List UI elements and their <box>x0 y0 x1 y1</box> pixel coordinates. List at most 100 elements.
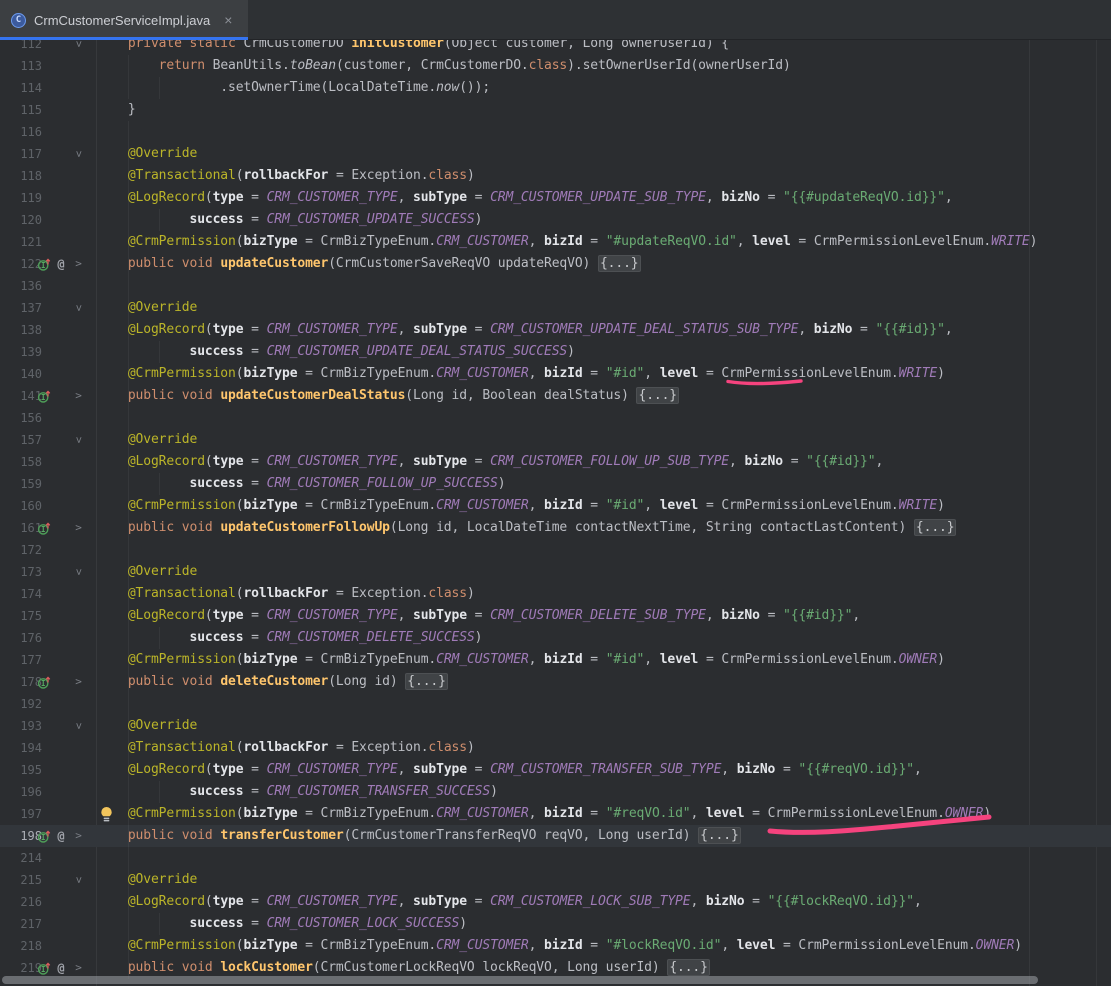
code-line-176[interactable]: 176 success = CRM_CUSTOMER_DELETE_SUCCES… <box>0 627 1111 649</box>
code-area[interactable]: 112> private static CrmCustomerDO initCu… <box>0 0 1111 986</box>
code-line-113[interactable]: 113 return BeanUtils.toBean(customer, Cr… <box>0 55 1111 77</box>
fold-collapse-chevron-icon[interactable]: > <box>68 873 90 888</box>
line-number[interactable]: 196 <box>0 781 42 803</box>
fold-collapse-chevron-icon[interactable]: > <box>68 565 90 580</box>
line-number[interactable]: 160 <box>0 495 42 517</box>
code-line-194[interactable]: 194 @Transactional(rollbackFor = Excepti… <box>0 737 1111 759</box>
line-number[interactable]: 136 <box>0 275 42 297</box>
line-number[interactable]: 137 <box>0 297 42 319</box>
implements-method-icon[interactable]: I <box>36 517 52 539</box>
code-line-174[interactable]: 174 @Transactional(rollbackFor = Excepti… <box>0 583 1111 605</box>
implements-method-icon[interactable]: I <box>36 825 52 847</box>
line-number[interactable]: 121 <box>0 231 42 253</box>
code-line-140[interactable]: 140 @CrmPermission(bizType = CrmBizTypeE… <box>0 363 1111 385</box>
implements-method-icon[interactable]: I <box>36 671 52 693</box>
line-number[interactable]: 175 <box>0 605 42 627</box>
code-line-161[interactable]: 161I> public void updateCustomerFollowUp… <box>0 517 1111 539</box>
line-number[interactable]: 120 <box>0 209 42 231</box>
horizontal-scrollbar[interactable] <box>2 976 1038 984</box>
code-line-215[interactable]: 215> @Override <box>0 869 1111 891</box>
code-line-117[interactable]: 117> @Override <box>0 143 1111 165</box>
code-line-121[interactable]: 121 @CrmPermission(bizType = CrmBizTypeE… <box>0 231 1111 253</box>
tab-close-icon[interactable]: × <box>224 13 232 27</box>
fold-collapse-chevron-icon[interactable]: > <box>68 433 90 448</box>
line-number[interactable]: 119 <box>0 187 42 209</box>
line-number[interactable]: 158 <box>0 451 42 473</box>
line-number[interactable]: 217 <box>0 913 42 935</box>
code-line-173[interactable]: 173> @Override <box>0 561 1111 583</box>
code-line-141[interactable]: 141I> public void updateCustomerDealStat… <box>0 385 1111 407</box>
fold-expand-chevron-icon[interactable]: > <box>71 517 86 539</box>
line-number[interactable]: 195 <box>0 759 42 781</box>
line-number[interactable]: 116 <box>0 121 42 143</box>
line-number[interactable]: 214 <box>0 847 42 869</box>
line-number[interactable]: 172 <box>0 539 42 561</box>
code-line-114[interactable]: 114 .setOwnerTime(LocalDateTime.now()); <box>0 77 1111 99</box>
code-line-119[interactable]: 119 @LogRecord(type = CRM_CUSTOMER_TYPE,… <box>0 187 1111 209</box>
code-line-197[interactable]: 197 @CrmPermission(bizType = CrmBizTypeE… <box>0 803 1111 825</box>
code-line-120[interactable]: 120 success = CRM_CUSTOMER_UPDATE_SUCCES… <box>0 209 1111 231</box>
line-number[interactable]: 174 <box>0 583 42 605</box>
code-line-157[interactable]: 157> @Override <box>0 429 1111 451</box>
tab-crmcustomerserviceimpl[interactable]: C CrmCustomerServiceImpl.java × <box>0 0 248 40</box>
line-number[interactable]: 177 <box>0 649 42 671</box>
line-number[interactable]: 156 <box>0 407 42 429</box>
aop-at-icon[interactable]: @ <box>53 253 69 275</box>
code-line-139[interactable]: 139 success = CRM_CUSTOMER_UPDATE_DEAL_S… <box>0 341 1111 363</box>
code-line-175[interactable]: 175 @LogRecord(type = CRM_CUSTOMER_TYPE,… <box>0 605 1111 627</box>
line-number[interactable]: 173 <box>0 561 42 583</box>
fold-collapse-chevron-icon[interactable]: > <box>68 719 90 734</box>
fold-expand-chevron-icon[interactable]: > <box>71 671 86 693</box>
code-line-196[interactable]: 196 success = CRM_CUSTOMER_TRANSFER_SUCC… <box>0 781 1111 803</box>
code-line-178[interactable]: 178I> public void deleteCustomer(Long id… <box>0 671 1111 693</box>
code-line-214[interactable]: 214 <box>0 847 1111 869</box>
code-line-118[interactable]: 118 @Transactional(rollbackFor = Excepti… <box>0 165 1111 187</box>
implements-method-icon[interactable]: I <box>36 253 52 275</box>
code-line-116[interactable]: 116 <box>0 121 1111 143</box>
code-line-217[interactable]: 217 success = CRM_CUSTOMER_LOCK_SUCCESS) <box>0 913 1111 935</box>
line-number[interactable]: 159 <box>0 473 42 495</box>
code-line-156[interactable]: 156 <box>0 407 1111 429</box>
line-number[interactable]: 193 <box>0 715 42 737</box>
editor[interactable]: 112> private static CrmCustomerDO initCu… <box>0 0 1111 986</box>
line-number[interactable]: 113 <box>0 55 42 77</box>
line-number[interactable]: 218 <box>0 935 42 957</box>
fold-expand-chevron-icon[interactable]: > <box>71 253 86 275</box>
line-number[interactable]: 138 <box>0 319 42 341</box>
code-line-138[interactable]: 138 @LogRecord(type = CRM_CUSTOMER_TYPE,… <box>0 319 1111 341</box>
code-line-195[interactable]: 195 @LogRecord(type = CRM_CUSTOMER_TYPE,… <box>0 759 1111 781</box>
code-line-158[interactable]: 158 @LogRecord(type = CRM_CUSTOMER_TYPE,… <box>0 451 1111 473</box>
code-line-172[interactable]: 172 <box>0 539 1111 561</box>
fold-expand-chevron-icon[interactable]: > <box>71 825 86 847</box>
line-number[interactable]: 114 <box>0 77 42 99</box>
line-number[interactable]: 215 <box>0 869 42 891</box>
aop-at-icon[interactable]: @ <box>53 825 69 847</box>
code-line-136[interactable]: 136 <box>0 275 1111 297</box>
line-number[interactable]: 117 <box>0 143 42 165</box>
fold-expand-chevron-icon[interactable]: > <box>71 385 86 407</box>
code-line-218[interactable]: 218 @CrmPermission(bizType = CrmBizTypeE… <box>0 935 1111 957</box>
line-number[interactable]: 192 <box>0 693 42 715</box>
code-line-198[interactable]: 198I@> public void transferCustomer(CrmC… <box>0 825 1111 847</box>
code-line-159[interactable]: 159 success = CRM_CUSTOMER_FOLLOW_UP_SUC… <box>0 473 1111 495</box>
code-line-216[interactable]: 216 @LogRecord(type = CRM_CUSTOMER_TYPE,… <box>0 891 1111 913</box>
fold-collapse-chevron-icon[interactable]: > <box>68 301 90 316</box>
line-number[interactable]: 216 <box>0 891 42 913</box>
line-number[interactable]: 157 <box>0 429 42 451</box>
line-number[interactable]: 118 <box>0 165 42 187</box>
line-number[interactable]: 194 <box>0 737 42 759</box>
code-line-115[interactable]: 115 } <box>0 99 1111 121</box>
code-line-193[interactable]: 193> @Override <box>0 715 1111 737</box>
implements-method-icon[interactable]: I <box>36 385 52 407</box>
code-line-122[interactable]: 122I@> public void updateCustomer(CrmCus… <box>0 253 1111 275</box>
fold-collapse-chevron-icon[interactable]: > <box>68 147 90 162</box>
line-number[interactable]: 139 <box>0 341 42 363</box>
line-number[interactable]: 176 <box>0 627 42 649</box>
code-line-137[interactable]: 137> @Override <box>0 297 1111 319</box>
code-line-177[interactable]: 177 @CrmPermission(bizType = CrmBizTypeE… <box>0 649 1111 671</box>
line-number[interactable]: 140 <box>0 363 42 385</box>
code-line-192[interactable]: 192 <box>0 693 1111 715</box>
line-number[interactable]: 115 <box>0 99 42 121</box>
code-line-160[interactable]: 160 @CrmPermission(bizType = CrmBizTypeE… <box>0 495 1111 517</box>
line-number[interactable]: 197 <box>0 803 42 825</box>
